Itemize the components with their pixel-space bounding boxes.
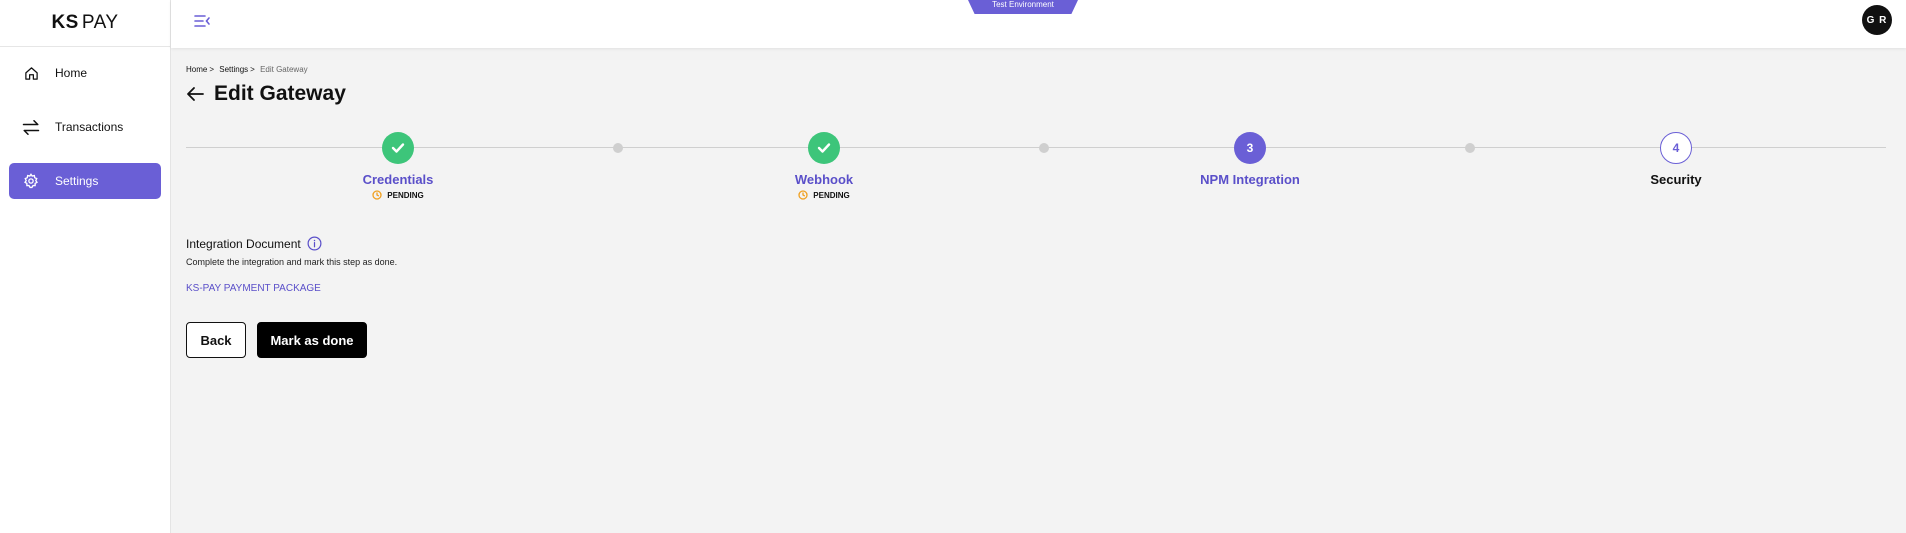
step-label: Webhook: [794, 172, 854, 187]
step-status-text: PENDING: [387, 190, 424, 200]
stepper-connector-dot: [613, 143, 623, 153]
step-status-text: PENDING: [813, 190, 850, 200]
pending-icon: [798, 190, 808, 200]
step-webhook[interactable]: Webhook PENDING: [744, 132, 904, 200]
step-status: PENDING: [372, 190, 424, 200]
integration-description: Complete the integration and mark this s…: [186, 257, 398, 267]
sidebar: KS PAY Home Transactions Settings: [0, 0, 171, 533]
sidebar-item-label: Settings: [55, 174, 99, 188]
integration-title-text: Integration Document: [186, 236, 301, 251]
step-status: PENDING: [798, 190, 850, 200]
step-actions: Back Mark as done: [186, 322, 367, 358]
check-icon: [808, 132, 840, 164]
environment-badge: Test Environment: [968, 0, 1078, 14]
gear-icon: [21, 171, 41, 191]
breadcrumb-settings[interactable]: Settings: [219, 65, 248, 74]
step-number: 3: [1234, 132, 1266, 164]
step-label: Credentials: [362, 172, 434, 187]
sidebar-item-home[interactable]: Home: [9, 55, 161, 91]
stepper: Credentials PENDING Webhook PENDING 3 NP…: [186, 132, 1886, 202]
page-title: Edit Gateway: [214, 82, 346, 105]
mark-as-done-button[interactable]: Mark as done: [257, 322, 367, 358]
page-header: Edit Gateway: [186, 82, 346, 106]
avatar[interactable]: G R: [1862, 5, 1892, 35]
home-icon: [21, 63, 41, 83]
stepper-connector-dot: [1465, 143, 1475, 153]
breadcrumb: Home > Settings > Edit Gateway: [186, 65, 308, 74]
step-security[interactable]: 4 Security: [1596, 132, 1756, 187]
breadcrumb-separator: >: [250, 65, 255, 74]
stepper-connector-dot: [1039, 143, 1049, 153]
breadcrumb-current: Edit Gateway: [260, 65, 308, 74]
logo-ks: KS: [51, 12, 79, 33]
sidebar-item-label: Transactions: [55, 120, 124, 134]
sidebar-item-settings[interactable]: Settings: [9, 163, 161, 199]
info-icon[interactable]: [307, 236, 322, 251]
breadcrumb-home[interactable]: Home: [186, 65, 207, 74]
step-credentials[interactable]: Credentials PENDING: [318, 132, 478, 200]
breadcrumb-separator: >: [209, 65, 215, 74]
top-bar: Test Environment G R: [171, 0, 1906, 48]
payment-package-link[interactable]: KS-PAY PAYMENT PACKAGE: [186, 283, 397, 294]
back-arrow-icon[interactable]: [186, 84, 206, 104]
sidebar-item-transactions[interactable]: Transactions: [9, 109, 161, 145]
integration-document: Integration Document Complete the integr…: [186, 236, 398, 295]
sidebar-item-label: Home: [55, 66, 88, 80]
logo-pay: PAY: [81, 12, 119, 33]
step-label: NPM Integration: [1200, 172, 1300, 187]
ks-pay-logo[interactable]: KS PAY: [0, 0, 170, 47]
step-npm-integration[interactable]: 3 NPM Integration: [1170, 132, 1330, 187]
check-icon: [382, 132, 414, 164]
collapse-menu-icon[interactable]: [193, 12, 211, 30]
swap-arrows-icon: [21, 117, 41, 137]
step-label: Security: [1650, 172, 1702, 187]
sidebar-nav: Home Transactions Settings: [0, 47, 170, 225]
integration-title: Integration Document: [186, 236, 397, 251]
step-number: 4: [1660, 132, 1692, 164]
pending-icon: [372, 190, 382, 200]
back-button[interactable]: Back: [186, 322, 246, 358]
